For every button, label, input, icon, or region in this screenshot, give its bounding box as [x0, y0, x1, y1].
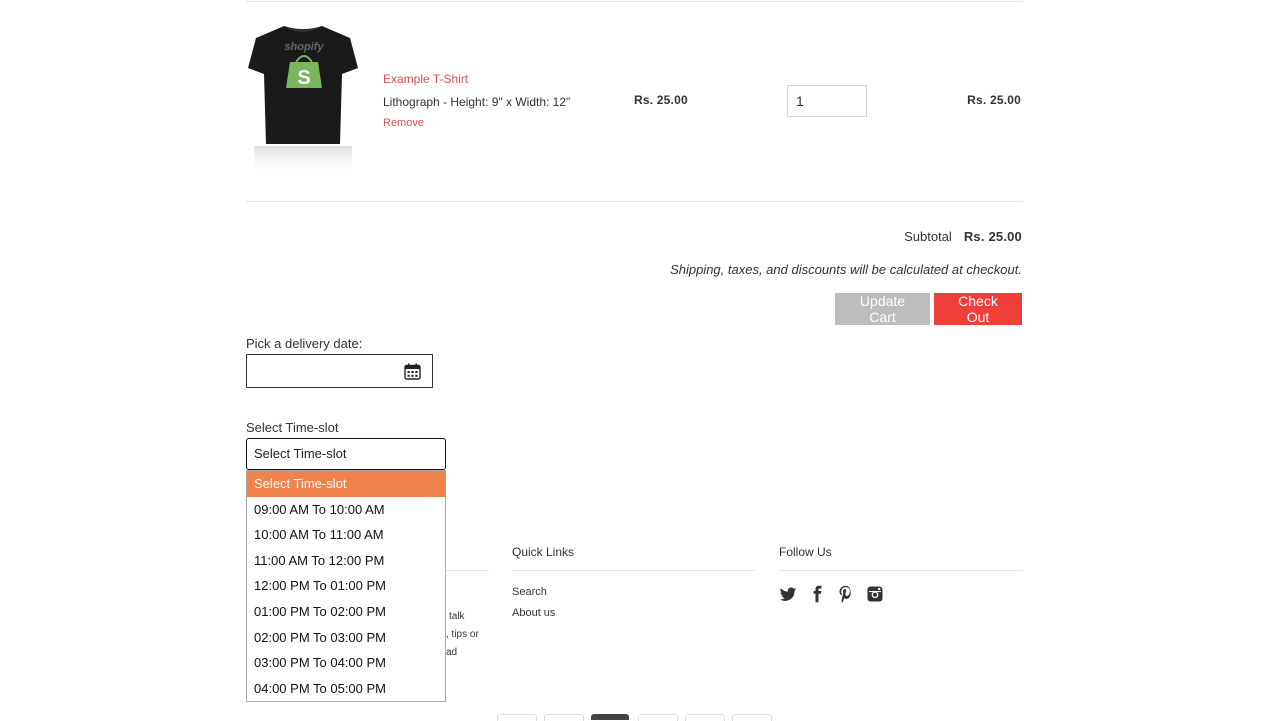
follow-us-divider — [779, 570, 1022, 571]
product-variant: Lithograph - Height: 9" x Width: 12" — [383, 95, 571, 109]
subtotal-label: Subtotal — [904, 229, 952, 244]
about-text-fragment: ad — [446, 647, 458, 658]
top-divider — [246, 1, 1022, 2]
update-cart-button[interactable]: Update Cart — [835, 293, 930, 325]
timeslot-option[interactable]: 04:00 PM To 05:00 PM — [247, 676, 445, 701]
subtotal-row: Subtotal Rs. 25.00 — [904, 229, 1022, 244]
timeslot-option[interactable]: Select Time-slot — [247, 471, 445, 497]
svg-text:shopify: shopify — [284, 41, 324, 53]
cart-divider — [246, 201, 1022, 202]
product-title-link[interactable]: Example T-Shirt — [383, 72, 468, 86]
quick-links-divider — [512, 570, 755, 571]
timeslot-select[interactable]: Select Time-slot — [246, 438, 446, 470]
timeslot-option[interactable]: 03:00 PM To 04:00 PM — [247, 650, 445, 676]
quick-links-heading: Quick Links — [512, 545, 575, 559]
about-text-fragment: , tips or — [446, 629, 479, 640]
timeslot-option[interactable]: 11:00 AM To 12:00 PM — [247, 548, 445, 574]
twitter-icon[interactable] — [779, 585, 797, 603]
timeslot-option[interactable]: 02:00 PM To 03:00 PM — [247, 625, 445, 651]
calendar-icon[interactable] — [404, 363, 421, 380]
pinterest-icon[interactable] — [837, 585, 855, 603]
checkout-note: Shipping, taxes, and discounts will be c… — [670, 262, 1022, 277]
payment-icon — [591, 714, 629, 720]
line-total: Rs. 25.00 — [967, 93, 1021, 107]
product-image[interactable]: shopify S — [246, 22, 360, 178]
remove-link[interactable]: Remove — [383, 117, 424, 129]
instagram-icon[interactable] — [866, 585, 884, 603]
follow-us-heading: Follow Us — [779, 545, 832, 559]
subtotal-value: Rs. 25.00 — [963, 229, 1022, 244]
delivery-date-label: Pick a delivery date: — [246, 336, 363, 351]
footer-link-search[interactable]: Search — [512, 586, 547, 598]
timeslot-dropdown: Select Time-slot 09:00 AM To 10:00 AM 10… — [246, 470, 446, 702]
svg-text:S: S — [297, 67, 310, 89]
footer-link-about[interactable]: About us — [512, 607, 555, 619]
timeslot-label: Select Time-slot — [246, 420, 339, 435]
timeslot-option[interactable]: 12:00 PM To 01:00 PM — [247, 573, 445, 599]
timeslot-option[interactable]: 09:00 AM To 10:00 AM — [247, 497, 445, 523]
tshirt-image: shopify S — [248, 26, 358, 174]
timeslot-option[interactable]: 01:00 PM To 02:00 PM — [247, 599, 445, 625]
facebook-icon[interactable] — [808, 585, 826, 603]
timeslot-option[interactable]: 10:00 AM To 11:00 AM — [247, 522, 445, 548]
quantity-input[interactable] — [787, 85, 867, 117]
payment-icons-row — [497, 714, 772, 721]
about-text-fragment: talk — [449, 611, 465, 622]
checkout-button[interactable]: Check Out — [934, 293, 1022, 325]
unit-price: Rs. 25.00 — [634, 93, 688, 107]
